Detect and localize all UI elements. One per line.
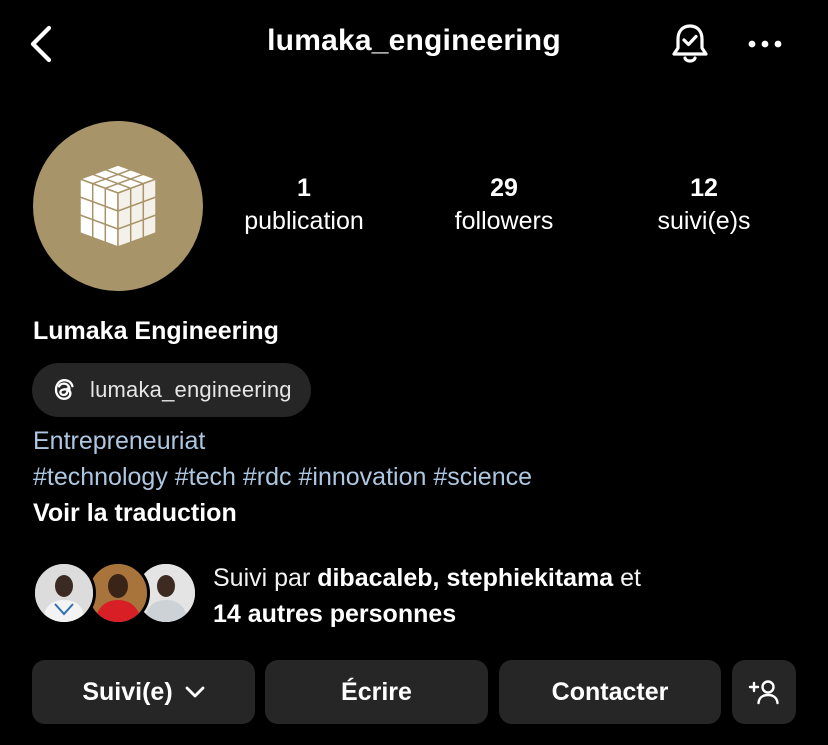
chevron-down-icon [185, 686, 205, 698]
mutuals-prefix: Suivi par [213, 564, 318, 592]
hashtag-link[interactable]: #technology [33, 463, 168, 491]
message-button-label: Écrire [341, 677, 412, 706]
hashtag-link[interactable]: #innovation [299, 463, 427, 491]
hashtag-link[interactable]: #science [433, 463, 532, 491]
posts-label: publication [244, 207, 364, 235]
posts-stat[interactable]: 1 publication [229, 172, 379, 238]
mutual-followers-line1: Suivi par dibacaleb, stephiekitama et [213, 560, 641, 596]
mutuals-suffix: et [613, 564, 641, 592]
mutuals-others: 14 autres personnes [213, 600, 457, 628]
following-button[interactable]: Suivi(e) [32, 660, 255, 724]
hashtag-link[interactable]: #tech [175, 463, 236, 491]
mutual-user-1: dibacaleb [317, 564, 433, 592]
following-label: suivi(e)s [657, 207, 751, 235]
notifications-button[interactable] [666, 20, 714, 68]
profile-category: Entrepreneuriat [33, 427, 206, 455]
display-name: Lumaka Engineering [33, 317, 279, 345]
hashtag-link[interactable]: #rdc [243, 463, 292, 491]
contact-button-label: Contacter [551, 677, 669, 706]
mutual-followers-text[interactable]: Suivi par dibacaleb, stephiekitama et 14… [213, 560, 641, 632]
mutual-followers-line2: 14 autres personnes [213, 596, 641, 632]
bell-check-icon [672, 24, 708, 63]
posts-count: 1 [297, 174, 311, 202]
threads-handle: lumaka_engineering [90, 377, 292, 402]
threads-link-chip[interactable]: lumaka_engineering [32, 363, 311, 417]
mutuals-separator: , [432, 564, 447, 592]
bio-hashtags: #technology #tech #rdc #innovation #scie… [33, 463, 532, 492]
following-stat[interactable]: 12 suivi(e)s [638, 172, 770, 238]
followers-count: 29 [490, 174, 518, 202]
followers-stat[interactable]: 29 followers [430, 172, 578, 238]
contact-button[interactable]: Contacter [499, 660, 721, 724]
ellipsis-icon [748, 40, 782, 48]
following-count: 12 [690, 174, 718, 202]
mutual-avatar [32, 561, 96, 625]
threads-logo-icon [54, 379, 74, 400]
mutual-user-2: stephiekitama [446, 564, 614, 592]
profile-avatar[interactable] [33, 121, 203, 291]
top-bar: lumaka_engineering [0, 0, 828, 88]
cube-logo-icon [77, 164, 159, 249]
more-options-button[interactable] [742, 20, 788, 68]
followers-label: followers [454, 207, 554, 235]
following-button-label: Suivi(e) [82, 677, 173, 706]
see-translation-link[interactable]: Voir la traduction [33, 499, 237, 528]
message-button[interactable]: Écrire [265, 660, 488, 724]
suggested-users-button[interactable] [732, 660, 796, 724]
mutual-followers-avatars[interactable] [32, 561, 198, 627]
add-user-icon [748, 680, 779, 705]
